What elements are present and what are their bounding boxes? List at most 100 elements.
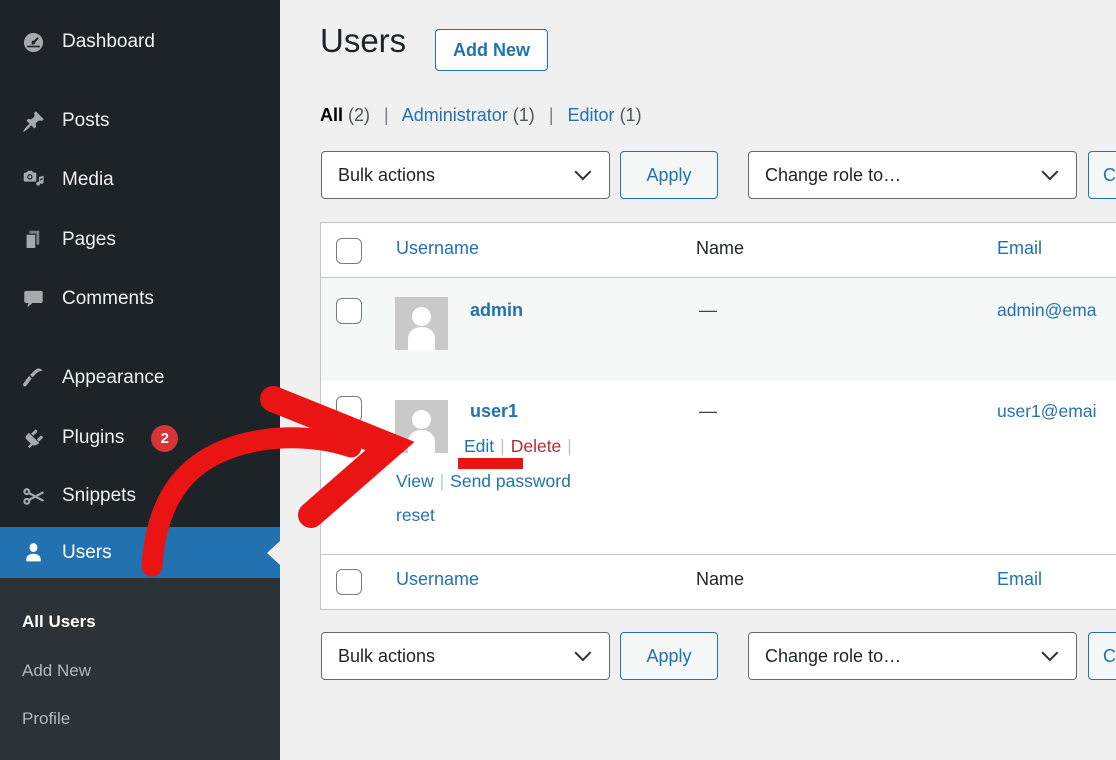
- apply-button[interactable]: Apply: [620, 151, 718, 199]
- view-link[interactable]: View: [396, 471, 434, 491]
- plug-icon: [21, 426, 45, 450]
- sidebar-item-users[interactable]: Users: [0, 527, 280, 578]
- users-table: Username Name Email admin — admin@ema us…: [320, 222, 1116, 610]
- page-title: Users: [320, 22, 406, 60]
- user-icon: [21, 541, 45, 565]
- column-footer-name: Name: [696, 569, 744, 590]
- sidebar-item-posts[interactable]: Posts: [0, 104, 280, 138]
- sidebar-item-plugins[interactable]: Plugins 2: [0, 421, 280, 455]
- change-button[interactable]: Change: [1088, 151, 1116, 199]
- row-checkbox[interactable]: [336, 298, 362, 324]
- sidebar-subitem-all-users[interactable]: All Users: [0, 606, 280, 638]
- table-header-row: Username Name Email: [321, 223, 1116, 278]
- change-role-value: Change role to…: [765, 165, 901, 186]
- sidebar-item-appearance[interactable]: Appearance: [0, 361, 280, 395]
- filter-administrator-link[interactable]: Administrator: [402, 105, 508, 125]
- sidebar-subitem-profile[interactable]: Profile: [0, 703, 280, 735]
- sidebar-item-label: Appearance: [62, 367, 164, 389]
- wordpress-admin-users-screen: Dashboard Posts Media Pages Comments: [0, 0, 1116, 760]
- admin-sidebar: Dashboard Posts Media Pages Comments: [0, 0, 280, 760]
- change-role-value: Change role to…: [765, 646, 901, 667]
- table-footer-row: Username Name Email: [321, 554, 1116, 609]
- send-password-reset-link[interactable]: Send password: [450, 471, 571, 491]
- apply-button-bottom[interactable]: Apply: [620, 632, 718, 680]
- select-all-checkbox[interactable]: [336, 569, 362, 595]
- action-separator: |: [500, 436, 505, 456]
- row-actions-line2: View |Send password: [396, 471, 571, 492]
- sidebar-item-dashboard[interactable]: Dashboard: [0, 25, 280, 59]
- filter-administrator-count: (1): [513, 105, 535, 125]
- column-header-username[interactable]: Username: [396, 238, 479, 259]
- sidebar-item-label: Posts: [62, 110, 110, 132]
- name-cell: —: [699, 300, 717, 321]
- row-actions-line1: Edit|Delete|: [464, 436, 578, 457]
- filter-editor-count: (1): [620, 105, 642, 125]
- sidebar-item-label: Plugins: [62, 427, 124, 449]
- sidebar-item-label: Comments: [62, 288, 154, 310]
- user-role-filters: All (2) | Administrator (1) | Editor (1): [320, 105, 642, 126]
- column-header-email[interactable]: Email: [997, 238, 1042, 259]
- bottom-toolbar: Bulk actions Apply Change role to… Chang…: [280, 632, 1116, 680]
- email-link[interactable]: user1@emai: [997, 401, 1096, 422]
- username-link[interactable]: user1: [470, 401, 518, 422]
- main-content: Users Add New All (2) | Administrator (1…: [280, 0, 1116, 760]
- column-footer-email[interactable]: Email: [997, 569, 1042, 590]
- subitem-label: Add New: [22, 661, 91, 681]
- top-toolbar: Bulk actions Apply Change role to… Chang…: [280, 151, 1116, 199]
- filter-separator: |: [384, 105, 389, 125]
- filter-all-link[interactable]: All: [320, 105, 343, 125]
- row-actions-line3: reset: [396, 505, 435, 526]
- sidebar-item-label: Pages: [62, 229, 116, 251]
- select-all-checkbox[interactable]: [336, 238, 362, 264]
- brush-icon: [21, 366, 45, 390]
- sidebar-subitem-add-new[interactable]: Add New: [0, 655, 280, 687]
- pages-icon: [21, 228, 45, 252]
- subitem-label: Profile: [22, 709, 70, 729]
- name-cell: —: [699, 401, 717, 422]
- subitem-label: All Users: [22, 612, 96, 632]
- filter-separator: |: [549, 105, 554, 125]
- sidebar-item-label: Snippets: [62, 485, 136, 507]
- email-link[interactable]: admin@ema: [997, 300, 1096, 321]
- row-checkbox[interactable]: [336, 396, 362, 422]
- chevron-down-icon: [1041, 644, 1058, 661]
- red-underline-annotation: [458, 458, 523, 469]
- column-header-name: Name: [696, 238, 744, 259]
- dashboard-icon: [21, 30, 45, 54]
- avatar: [395, 400, 448, 453]
- table-row-admin: admin — admin@ema: [321, 278, 1116, 381]
- comment-icon: [21, 287, 45, 311]
- sidebar-item-label: Users: [62, 542, 112, 564]
- bulk-actions-value: Bulk actions: [338, 646, 435, 667]
- scissors-icon: [21, 484, 45, 508]
- sidebar-item-media[interactable]: Media: [0, 163, 280, 197]
- change-role-select[interactable]: Change role to…: [748, 151, 1077, 199]
- action-separator: |: [567, 436, 572, 456]
- sidebar-item-comments[interactable]: Comments: [0, 282, 280, 316]
- plugins-update-badge: 2: [151, 425, 178, 452]
- sidebar-item-label: Media: [62, 169, 114, 191]
- sidebar-item-pages[interactable]: Pages: [0, 223, 280, 257]
- avatar: [395, 297, 448, 350]
- change-button-bottom[interactable]: Change: [1088, 632, 1116, 680]
- table-row-user1: user1 — user1@emai Edit|Delete| View|Sen…: [321, 381, 1116, 554]
- action-separator: |: [440, 471, 445, 491]
- send-password-reset-link-wrap[interactable]: reset: [396, 505, 435, 525]
- filter-editor-link[interactable]: Editor: [568, 105, 615, 125]
- change-role-select-bottom[interactable]: Change role to…: [748, 632, 1077, 680]
- sidebar-item-label: Dashboard: [62, 31, 155, 53]
- column-footer-username[interactable]: Username: [396, 569, 479, 590]
- edit-link[interactable]: Edit: [464, 436, 494, 456]
- username-link[interactable]: admin: [470, 300, 523, 321]
- bulk-actions-select-bottom[interactable]: Bulk actions: [321, 632, 610, 680]
- chevron-down-icon: [574, 163, 591, 180]
- bulk-actions-value: Bulk actions: [338, 165, 435, 186]
- chevron-down-icon: [1041, 163, 1058, 180]
- media-icon: [21, 168, 45, 192]
- delete-link[interactable]: Delete: [511, 436, 562, 456]
- filter-all-count: (2): [348, 105, 370, 125]
- sidebar-item-snippets[interactable]: Snippets: [0, 479, 280, 513]
- active-menu-notch: [267, 541, 280, 565]
- add-new-button[interactable]: Add New: [435, 29, 548, 71]
- bulk-actions-select[interactable]: Bulk actions: [321, 151, 610, 199]
